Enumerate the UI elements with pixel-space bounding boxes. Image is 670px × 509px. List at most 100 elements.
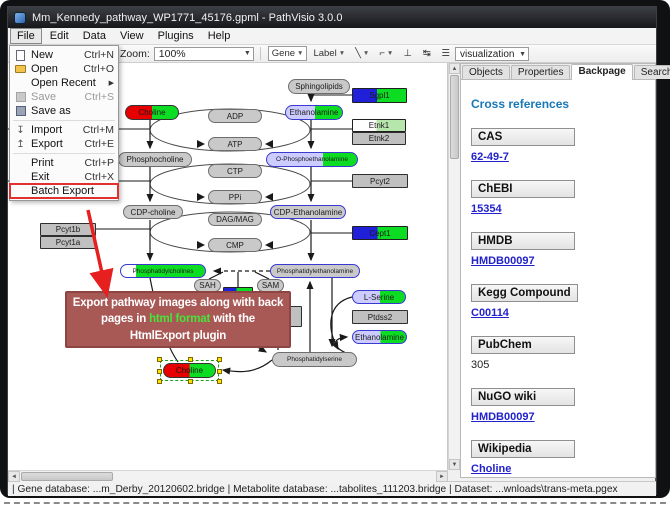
menu-item-label: Print — [31, 157, 85, 169]
node-ppi[interactable]: PPi — [208, 190, 262, 204]
menu-item-label: Save — [31, 91, 85, 103]
menu-separator — [13, 153, 115, 154]
file-menu-item-import[interactable]: ↧ImportCtrl+M — [10, 123, 118, 137]
connector-tool-button[interactable]: ⌐▼ — [375, 46, 397, 61]
node-dag-mag[interactable]: DAG/MAG — [208, 213, 262, 226]
tab-search[interactable]: Search — [634, 65, 670, 79]
stack-vertical-button[interactable]: ☰ — [437, 46, 454, 61]
node-o-phosphoethanolamine[interactable]: O-Phosphoethanolamine — [266, 152, 358, 167]
align-center-vertical-button[interactable]: ↹ — [418, 46, 435, 61]
line-tool-button[interactable]: ╲▼ — [351, 46, 373, 61]
file-menu-item-print[interactable]: PrintCtrl+P — [10, 156, 118, 170]
menu-edit[interactable]: Edit — [44, 29, 75, 43]
node-label: L-Serine — [362, 293, 396, 302]
node-choline[interactable]: Choline — [125, 105, 179, 120]
menu-item-label: Open — [31, 63, 83, 75]
line-tool-icon: ╲ — [355, 48, 361, 59]
menu-separator — [13, 120, 115, 121]
menu-view[interactable]: View — [114, 29, 150, 43]
node-label: Sgpl1 — [367, 91, 391, 100]
chevron-down-icon: ▼ — [244, 50, 251, 57]
canvas-vertical-scrollbar[interactable]: ▲ ▼ — [448, 63, 459, 470]
selection-handle[interactable] — [157, 369, 162, 374]
scroll-up-icon[interactable]: ▲ — [449, 63, 460, 74]
node-sphingolipids[interactable]: Sphingolipids — [288, 79, 350, 94]
menu-data[interactable]: Data — [77, 29, 112, 43]
selection-handle[interactable] — [188, 357, 193, 362]
side-panel-tabs: ObjectsPropertiesBackpageSearchLegend — [461, 64, 655, 80]
tab-backpage[interactable]: Backpage — [571, 64, 632, 80]
crossref-link-hmdb[interactable]: HMDB00097 — [471, 255, 535, 267]
label-tool-button[interactable]: Label▼ — [309, 46, 349, 61]
crossref-link-kegg-compound[interactable]: C00114 — [471, 307, 509, 319]
gene-tool-button[interactable]: Gene▼ — [268, 46, 308, 61]
cross-references-heading: Cross references — [471, 97, 645, 111]
selection-outline — [160, 360, 219, 381]
node-phosphatidylethanolamine[interactable]: Phosphatidylethanolamine — [270, 264, 360, 278]
tab-properties[interactable]: Properties — [511, 65, 571, 79]
node-phosphocholine[interactable]: Phosphocholine — [118, 152, 192, 167]
selection-handle[interactable] — [188, 379, 193, 384]
menu-item-shortcut: Ctrl+M — [83, 124, 114, 136]
node-l-serine[interactable]: L-Serine — [352, 290, 406, 304]
node-ctp[interactable]: CTP — [208, 164, 262, 178]
file-menu-item-open[interactable]: OpenCtrl+O — [10, 62, 118, 76]
node-cdp-ethanolamine[interactable]: CDP-Ethanolamine — [270, 205, 346, 219]
file-menu-item-open-recent[interactable]: Open Recent▶ — [10, 76, 118, 90]
node-pcyt1b[interactable]: Pcyt1b — [40, 223, 96, 236]
canvas-horizontal-scrollbar[interactable]: ◄ ► — [8, 470, 448, 482]
node-sgpl1[interactable]: Sgpl1 — [352, 88, 407, 103]
node-etnk2[interactable]: Etnk2 — [352, 132, 406, 145]
file-menu-item-exit[interactable]: ExitCtrl+X — [10, 170, 118, 184]
export-icon: ↥ — [13, 139, 28, 150]
node-ethanolamine[interactable]: Ethanolamine — [285, 105, 343, 120]
node-phosphatidylserine[interactable]: Phosphatidylserine — [272, 352, 357, 367]
menu-item-shortcut: Ctrl+P — [85, 157, 114, 169]
scroll-down-icon[interactable]: ▼ — [449, 459, 460, 470]
horizontal-scroll-thumb[interactable] — [21, 472, 113, 481]
zoom-combobox[interactable]: 100% ▼ — [154, 47, 254, 61]
node-pcyt1a[interactable]: Pcyt1a — [40, 236, 96, 249]
crossref-link-nugo-wiki[interactable]: HMDB00097 — [471, 411, 535, 423]
crossref-link-chebi[interactable]: 15354 — [471, 203, 502, 215]
vertical-scroll-thumb[interactable] — [450, 75, 459, 159]
tab-objects[interactable]: Objects — [462, 65, 510, 79]
scroll-right-icon[interactable]: ► — [436, 471, 448, 482]
menu-item-shortcut: Ctrl+E — [85, 138, 114, 150]
node-cmp[interactable]: CMP — [208, 238, 262, 252]
node-label: O-Phosphoethanolamine — [274, 156, 350, 163]
node-cdp-choline[interactable]: CDP-choline — [123, 205, 183, 219]
visualization-combobox[interactable]: visualization ▼ — [455, 47, 529, 61]
selection-handle[interactable] — [157, 379, 162, 384]
node-phosphatidylcholines[interactable]: Phosphatidylcholines — [120, 264, 206, 278]
node-ethanolamine[interactable]: Ethanolamine — [352, 330, 407, 344]
open-icon — [13, 64, 28, 75]
node-adp[interactable]: ADP — [208, 109, 262, 123]
zoom-label: Zoom: — [120, 48, 150, 60]
menu-file[interactable]: File — [10, 28, 42, 44]
node-atp[interactable]: ATP — [208, 137, 262, 151]
scroll-left-icon[interactable]: ◄ — [8, 471, 20, 482]
connector-tool-icon: ⌐ — [379, 48, 385, 59]
selection-handle[interactable] — [217, 357, 222, 362]
node-pcyt2[interactable]: Pcyt2 — [352, 174, 408, 188]
crossref-link-wikipedia[interactable]: Choline — [471, 463, 511, 475]
file-menu-item-batch-export[interactable]: Batch Export — [10, 184, 118, 198]
selection-handle[interactable] — [157, 357, 162, 362]
selection-handle[interactable] — [217, 369, 222, 374]
file-menu-item-new[interactable]: NewCtrl+N — [10, 48, 118, 62]
status-bar: | Gene database: ...m_Derby_20120602.bri… — [8, 481, 656, 496]
menu-item-shortcut: Ctrl+S — [85, 91, 114, 103]
file-menu-item-export[interactable]: ↥ExportCtrl+E — [10, 137, 118, 151]
selection-handle[interactable] — [217, 379, 222, 384]
title-bar[interactable]: Mm_Kennedy_pathway_WP1771_45176.gpml - P… — [8, 7, 656, 28]
menu-plugins[interactable]: Plugins — [152, 29, 200, 43]
align-center-horizontal-button[interactable]: ⊥ — [399, 46, 416, 61]
node-etnk1[interactable]: Etnk1 — [352, 119, 406, 132]
file-menu-item-save: SaveCtrl+S — [10, 90, 118, 104]
node-cept1[interactable]: Cept1 — [352, 226, 408, 240]
crossref-link-cas[interactable]: 62-49-7 — [471, 151, 509, 163]
file-menu-item-save-as[interactable]: Save as — [10, 104, 118, 118]
menu-help[interactable]: Help — [202, 29, 237, 43]
node-ptdss2[interactable]: Ptdss2 — [352, 310, 408, 324]
